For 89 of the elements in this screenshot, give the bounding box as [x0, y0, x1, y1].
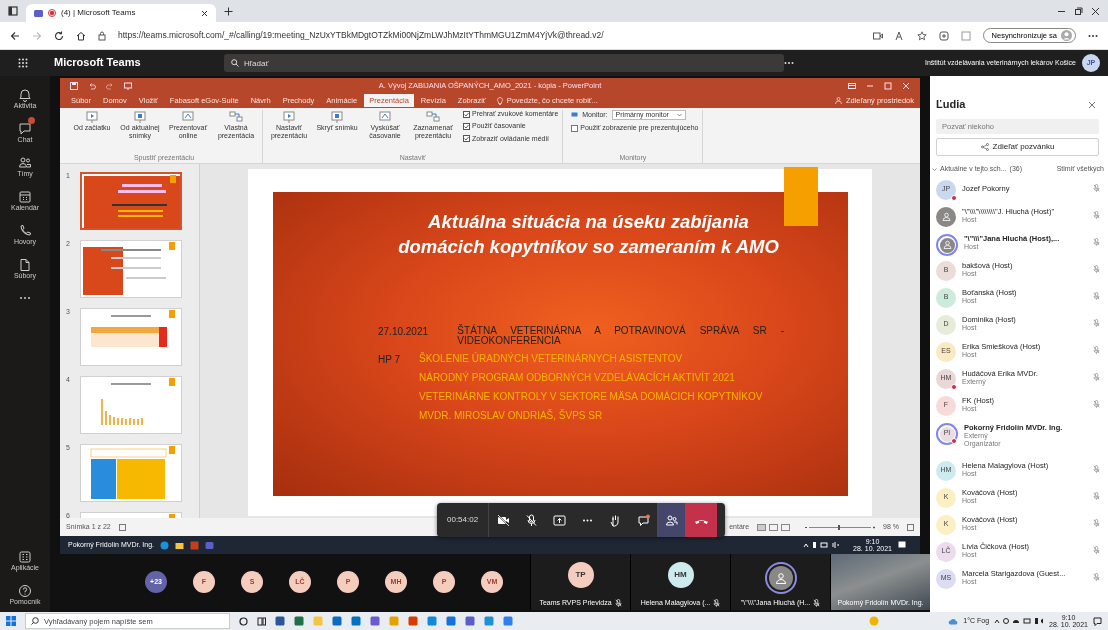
slide-text: NÁRODNÝ PROGRAM ODBORNÝCH VZDELÁVACÍCH AKTIVÍT 2021: [419, 370, 736, 385]
mic-off-icon: [524, 513, 538, 527]
powerpoint-icon: [190, 540, 199, 550]
slide-date: 27.10.2021: [378, 326, 430, 339]
bell-icon: [18, 87, 32, 102]
window-icon[interactable]: [8, 6, 18, 16]
browser-icon: [160, 540, 169, 550]
share-invite-button[interactable]: Zdieľať pozvánku: [936, 138, 1099, 157]
fit-icon[interactable]: [907, 523, 914, 531]
star-icon[interactable]: [916, 30, 927, 41]
help-icon: [18, 583, 32, 598]
lightbulb-icon: [496, 96, 503, 105]
camera-off-icon: [496, 513, 510, 527]
ribbon-display-icon[interactable]: [848, 81, 856, 90]
lock-icon: [98, 30, 106, 41]
slide-subtitle: ŠTÁTNA VETERINÁRNA A POTRAVINOVÁ SPRÁVA SR - VIDEOKONFERENCIA: [457, 326, 784, 346]
chat-icon: [636, 513, 650, 527]
home-icon[interactable]: [76, 30, 86, 41]
cortana-icon[interactable]: [239, 616, 248, 626]
person-icon: [834, 97, 842, 104]
phone-icon: [18, 223, 32, 238]
checkbox[interactable]: [463, 123, 470, 131]
person-icon: [941, 212, 951, 222]
more-icon[interactable]: [784, 61, 794, 65]
slide-title: Aktuálna situácia na úseku zabíjania domácich kopytníkov so zameraním k AMO: [397, 210, 780, 259]
slideshow-icon[interactable]: [124, 81, 132, 90]
participant-avatar: TP: [567, 562, 594, 588]
monitor-icon: [571, 112, 579, 119]
calendar-icon: [18, 189, 32, 204]
browser-tab[interactable]: (4) | Microsoft Teams: [26, 4, 216, 22]
caret-icon: [676, 113, 682, 118]
slide-text: ŠKOLENIE ÚRADNÝCH VETERINÁRNYCH ASISTENTOV: [419, 351, 684, 366]
people-icon: [18, 155, 32, 170]
video-icon[interactable]: [872, 31, 883, 40]
panel-title: Ľudia: [936, 98, 966, 112]
cloud-icon: [948, 617, 959, 625]
share-screen-icon: [552, 513, 566, 527]
task-view-icon[interactable]: [257, 616, 266, 626]
hang-up-button[interactable]: [685, 503, 718, 537]
font-icon[interactable]: [894, 30, 905, 41]
call-timer: 00:54:02: [437, 503, 490, 537]
teams-icon: [205, 540, 214, 550]
checkmark-icon: [464, 111, 469, 117]
accent-block: [784, 167, 818, 226]
start-icon[interactable]: [6, 616, 16, 626]
person-icon: [774, 572, 787, 584]
save-icon[interactable]: [70, 81, 78, 90]
more-icon[interactable]: [19, 296, 31, 300]
caret-icon[interactable]: [932, 166, 937, 172]
participant-avatar: HM: [667, 562, 694, 588]
checkbox[interactable]: [463, 135, 470, 143]
person-icon: [942, 240, 952, 250]
people-icon: [664, 513, 678, 527]
notification-icon[interactable]: [898, 541, 906, 549]
checkbox[interactable]: [463, 110, 470, 118]
search-icon: [31, 617, 39, 625]
app-title: Microsoft Teams: [54, 56, 142, 70]
slide-text: VETERINÁRNE KONTROLY V SEKTORE MÄSA DOMÁCICH KOPYTNÍKOV: [419, 389, 763, 404]
undo-icon[interactable]: [88, 81, 96, 90]
slide-text: MVDR. MIROSLAV ONDRIAŠ, ŠVPS SR: [419, 408, 604, 423]
chat-icon: [18, 121, 32, 136]
slide-code: HP 7: [378, 354, 402, 367]
restore-icon[interactable]: [1074, 6, 1083, 16]
search-field[interactable]: Hľadať: [224, 54, 784, 72]
app-launcher-icon[interactable]: [18, 58, 28, 68]
tray-icon[interactable]: [994, 617, 1045, 625]
teams-icon: [34, 8, 43, 18]
raise-hand-icon: [608, 513, 622, 527]
share-icon: [980, 143, 989, 152]
folder-icon: [175, 540, 184, 550]
refresh-icon[interactable]: [54, 30, 64, 41]
apps-icon: [18, 549, 32, 564]
notification-icon[interactable]: [1093, 616, 1102, 626]
file-icon: [18, 257, 32, 272]
close-icon[interactable]: [201, 9, 208, 17]
address-field[interactable]: https://teams.microsoft.com/_#/calling/19:meeting_NzUxYTBkMDgtOTZkMi00NjZmLWJhMzItYThmMGU1ZmM4YjVk@thread.v2/: [118, 30, 861, 41]
new-tab-icon[interactable]: [224, 6, 233, 16]
close-icon[interactable]: [1091, 6, 1100, 16]
recording-icon: [48, 9, 56, 17]
checkbox[interactable]: [571, 125, 579, 133]
back-icon[interactable]: [10, 30, 20, 41]
maximize-icon[interactable]: [884, 81, 892, 90]
avatar-icon: [1061, 30, 1072, 41]
notes-icon[interactable]: [118, 523, 126, 531]
search-icon: [231, 59, 239, 67]
more-icon[interactable]: [1088, 33, 1098, 38]
zoom-slider-icon[interactable]: [805, 523, 876, 531]
redo-icon[interactable]: [106, 81, 114, 90]
collections-icon[interactable]: [938, 30, 949, 41]
